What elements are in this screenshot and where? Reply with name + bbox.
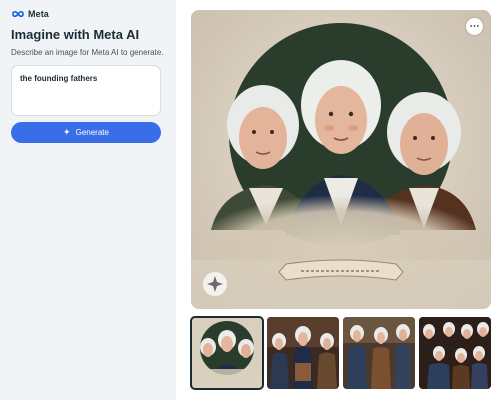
thumbnail-1[interactable]: [190, 316, 264, 390]
brand-name: Meta: [28, 9, 49, 19]
sparkle-icon: ✦: [63, 127, 71, 137]
thumbnail-4[interactable]: [419, 317, 491, 389]
generate-button[interactable]: ✦ Generate: [11, 122, 161, 143]
sidebar-panel: Meta Imagine with Meta AI Describe an im…: [0, 0, 176, 400]
brand[interactable]: Meta: [11, 8, 165, 20]
imagine-watermark-icon: [203, 272, 227, 296]
generate-label: Generate: [75, 128, 109, 137]
generated-image[interactable]: ⋯: [191, 10, 491, 309]
image-panel: ⋯: [176, 0, 500, 400]
thumbnail-3[interactable]: [343, 317, 415, 389]
page-title: Imagine with Meta AI: [11, 27, 140, 42]
more-dots-icon[interactable]: ⋯: [466, 18, 483, 35]
thumbnail-2[interactable]: [267, 317, 339, 389]
page-subtitle: Describe an image for Meta AI to generat…: [11, 48, 164, 57]
prompt-input[interactable]: the founding fathers: [11, 65, 161, 116]
thumbnail-strip: [190, 316, 491, 390]
meta-infinity-icon: [11, 10, 25, 18]
